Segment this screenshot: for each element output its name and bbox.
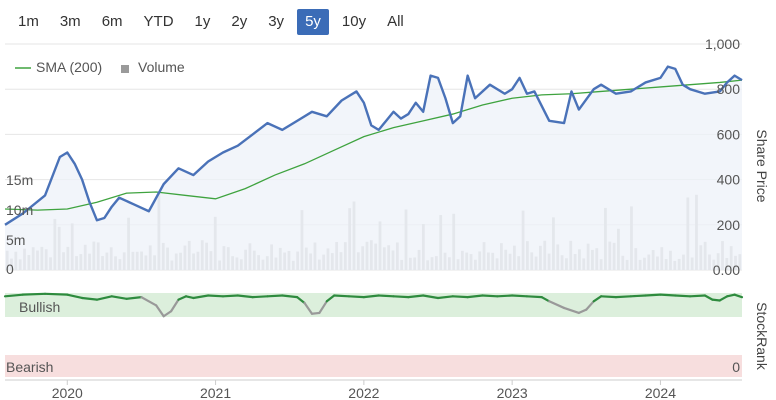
volume-tick-label: 10m: [6, 202, 33, 218]
price-tick-label: 400: [717, 172, 741, 188]
stockrank-line-segment: [496, 294, 514, 298]
x-tick-label: 2022: [348, 385, 379, 400]
x-tick-label: 2021: [200, 385, 231, 400]
volume-tick-label: 5m: [6, 232, 25, 248]
price-tick-label: 600: [717, 126, 741, 142]
price-tick-label: 0.00: [713, 262, 740, 278]
stockrank-line-segment: [674, 294, 692, 298]
x-tick-label: 2024: [645, 385, 676, 400]
stockrank-line-segment: [711, 298, 721, 302]
stockrank-line-segment: [451, 295, 469, 299]
price-axis-title: Share Price: [754, 129, 770, 202]
price-tick-label: 1,000: [705, 36, 740, 52]
stockrank-line-segment: [21, 292, 47, 296]
stockrank-line-segment: [629, 294, 647, 298]
stockrank-line-segment: [392, 295, 410, 299]
bearish-label: Bearish: [6, 359, 53, 375]
stockrank-line-segment: [251, 295, 269, 299]
stockrank-line-segment: [659, 293, 677, 297]
stockrank-line-segment: [525, 295, 543, 299]
stockrank-line-segment: [377, 294, 395, 298]
sma-legend-label: SMA (200): [36, 59, 102, 75]
price-tick-label: 800: [717, 81, 741, 97]
x-tick-label: 2020: [52, 385, 83, 400]
stockrank-line-segment: [600, 295, 618, 299]
stockrank-line-segment: [207, 294, 225, 298]
stockrank-line-segment: [614, 295, 632, 299]
stock-chart: 0.00 200 400 600 800 1,000 0 5m 10m 15m SMA (200) V…: [3, 36, 770, 400]
price-area: [5, 66, 742, 270]
stockrank-line-segment: [481, 294, 499, 298]
stockrank-line-segment: [43, 292, 69, 296]
stockrank-line-segment: [333, 294, 351, 298]
rank-tick-label: 0: [732, 359, 740, 375]
rank-axis-title: StockRank: [754, 302, 770, 371]
stockrank-line-segment: [511, 294, 529, 298]
stockrank-line-segment: [310, 311, 321, 315]
stockrank-line-segment: [266, 294, 284, 298]
stockrank-line-segment: [644, 293, 662, 297]
stockrank-line-segment: [221, 294, 239, 298]
x-tick-label: 2023: [497, 385, 528, 400]
price-tick-label: 200: [717, 217, 741, 233]
bearish-zone: [5, 355, 742, 377]
volume-tick-label: 15m: [6, 172, 33, 188]
volume-legend-swatch: [121, 65, 129, 73]
volume-tick-label: 0: [6, 261, 14, 277]
bullish-label: Bullish: [19, 299, 60, 315]
stockrank-line-segment: [347, 295, 365, 299]
stockrank-line-segment: [688, 294, 707, 298]
volume-legend-label: Volume: [138, 59, 185, 75]
